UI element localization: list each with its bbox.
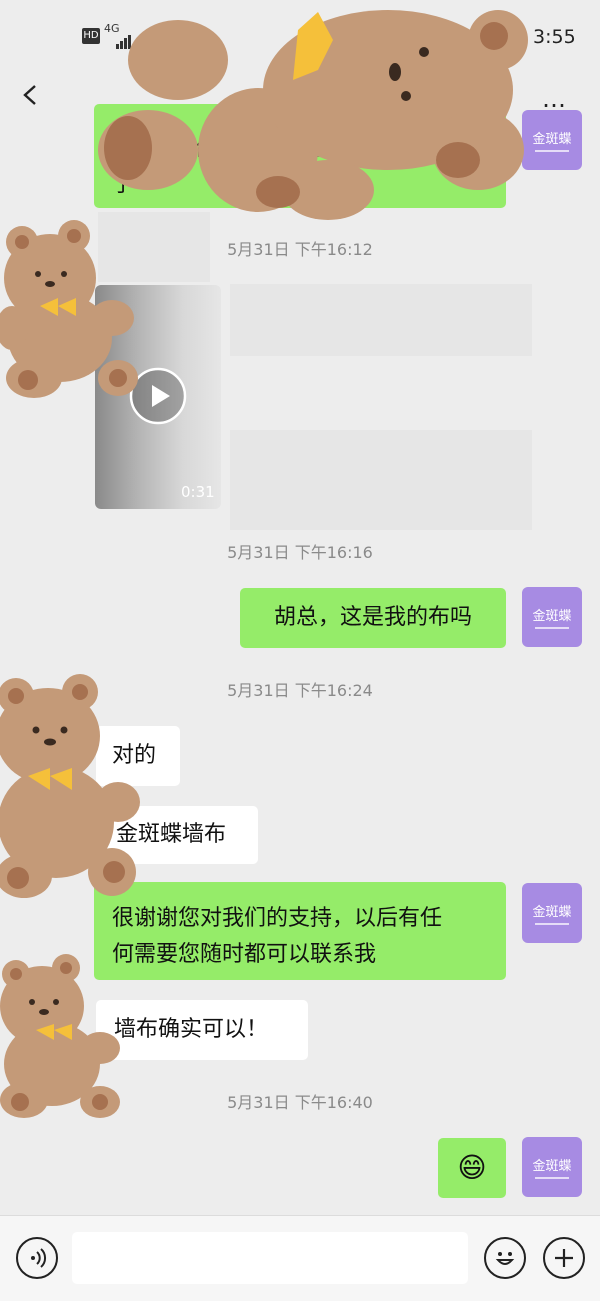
bear-sticker-large [98, 10, 528, 220]
message-bubble-outgoing[interactable]: 胡总，这是我的布吗 [240, 588, 506, 648]
message-input[interactable] [72, 1232, 468, 1284]
voice-icon[interactable] [16, 1237, 58, 1279]
bear-sticker [0, 220, 138, 398]
message-text: 很谢谢您对我们的支持，以后有任 [112, 906, 443, 931]
emoji-icon[interactable] [484, 1237, 526, 1279]
blurred-region [230, 284, 532, 356]
timestamp: 5月31日 下午16:16 [227, 543, 373, 562]
avatar[interactable]: 金斑蝶 [522, 883, 582, 943]
status-time: 3:55 [533, 26, 576, 48]
message-text: 何需要您随时都可以联系我 [112, 942, 377, 967]
bear-sticker [0, 954, 120, 1118]
plus-icon[interactable] [543, 1237, 585, 1279]
video-duration: 0:31 [181, 483, 215, 501]
more-icon[interactable]: … [542, 85, 568, 113]
avatar[interactable]: 金斑蝶 [522, 587, 582, 647]
grinning-emoji: 😄 [457, 1151, 487, 1184]
message-text: 胡总，这是我的布吗 [273, 605, 472, 630]
avatar[interactable]: 金斑蝶 [522, 110, 582, 170]
back-icon[interactable] [20, 84, 42, 106]
blurred-region [230, 430, 532, 530]
avatar[interactable]: 金斑蝶 [522, 1137, 582, 1197]
message-text: 墙布确实可以！ [114, 1017, 269, 1042]
message-bubble-incoming[interactable]: 墙布确实可以！ [96, 1000, 308, 1060]
message-bubble-outgoing[interactable]: 😄 [438, 1138, 506, 1198]
bear-sticker [0, 674, 140, 898]
message-bubble-outgoing[interactable]: 很谢谢您对我们的支持，以后有任 何需要您随时都可以联系我 [94, 882, 506, 980]
